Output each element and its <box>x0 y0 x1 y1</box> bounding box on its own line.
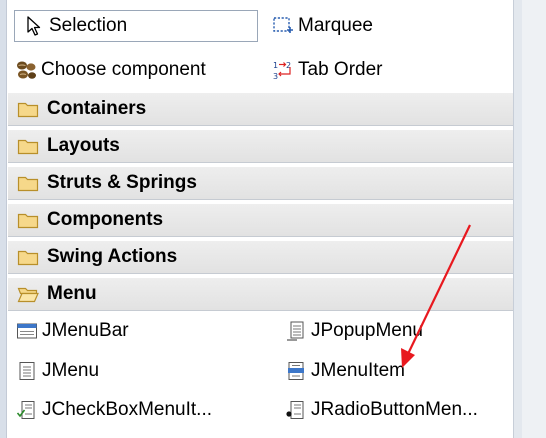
tab-order-tool[interactable]: 1 2 3 Tab Order <box>272 54 382 86</box>
folder-icon <box>17 250 39 266</box>
menu-item-icon <box>288 362 304 380</box>
category-label: Swing Actions <box>47 246 178 267</box>
tab-order-icon: 1 2 3 <box>273 61 291 81</box>
side-panel-edge <box>522 0 546 438</box>
jradiobuttonmenuitem-item[interactable]: JRadioButtonMen... <box>285 392 478 428</box>
radio-menu-icon <box>286 401 304 419</box>
svg-text:1: 1 <box>273 61 278 70</box>
jmenubar-item[interactable]: JMenuBar <box>16 313 129 349</box>
jcheckboxmenuitem-item[interactable]: JCheckBoxMenuIt... <box>16 392 212 428</box>
selection-label: Selection <box>49 15 128 36</box>
category-struts-springs[interactable]: Struts & Springs <box>8 166 513 200</box>
popup-menu-icon <box>287 321 304 341</box>
jmenuitem-item[interactable]: JMenuItem <box>285 353 405 389</box>
component-label: JMenuBar <box>42 320 129 341</box>
category-layouts[interactable]: Layouts <box>8 129 513 163</box>
category-label: Menu <box>47 283 97 304</box>
folder-icon <box>17 139 39 155</box>
marquee-icon <box>273 17 293 33</box>
swing-palette: Selection Marquee Choose component 1 2 3 <box>0 0 546 438</box>
component-label: JRadioButtonMen... <box>311 399 478 420</box>
category-swing-actions[interactable]: Swing Actions <box>8 240 513 274</box>
choose-component-label: Choose component <box>41 59 206 80</box>
tab-order-label: Tab Order <box>298 59 383 80</box>
choose-component-tool[interactable]: Choose component <box>15 54 206 86</box>
arrow-cursor-icon <box>27 16 41 36</box>
category-components[interactable]: Components <box>8 203 513 237</box>
menubar-icon <box>17 323 37 339</box>
folder-open-icon <box>17 287 39 303</box>
component-label: JMenuItem <box>311 360 405 381</box>
folder-icon <box>17 213 39 229</box>
marquee-tool[interactable]: Marquee <box>272 10 373 42</box>
component-label: JMenu <box>42 360 100 381</box>
category-menu[interactable]: Menu <box>8 277 513 311</box>
menu-icon <box>19 362 35 380</box>
category-label: Struts & Springs <box>47 172 197 193</box>
category-label: Layouts <box>47 135 120 156</box>
component-label: JCheckBoxMenuIt... <box>42 399 213 420</box>
checkbox-menu-icon <box>16 401 35 419</box>
svg-text:3: 3 <box>273 72 278 81</box>
category-containers[interactable]: Containers <box>8 92 513 126</box>
folder-icon <box>17 176 39 192</box>
component-label: JPopupMenu <box>311 320 423 341</box>
marquee-label: Marquee <box>298 15 373 36</box>
left-gutter <box>0 0 7 438</box>
folder-icon <box>17 102 39 118</box>
jpopupmenu-item[interactable]: JPopupMenu <box>285 313 423 349</box>
category-label: Containers <box>47 98 147 119</box>
beans-icon <box>17 61 36 79</box>
selection-tool[interactable]: Selection <box>14 10 258 42</box>
category-label: Components <box>47 209 164 230</box>
jmenu-item[interactable]: JMenu <box>16 353 99 389</box>
